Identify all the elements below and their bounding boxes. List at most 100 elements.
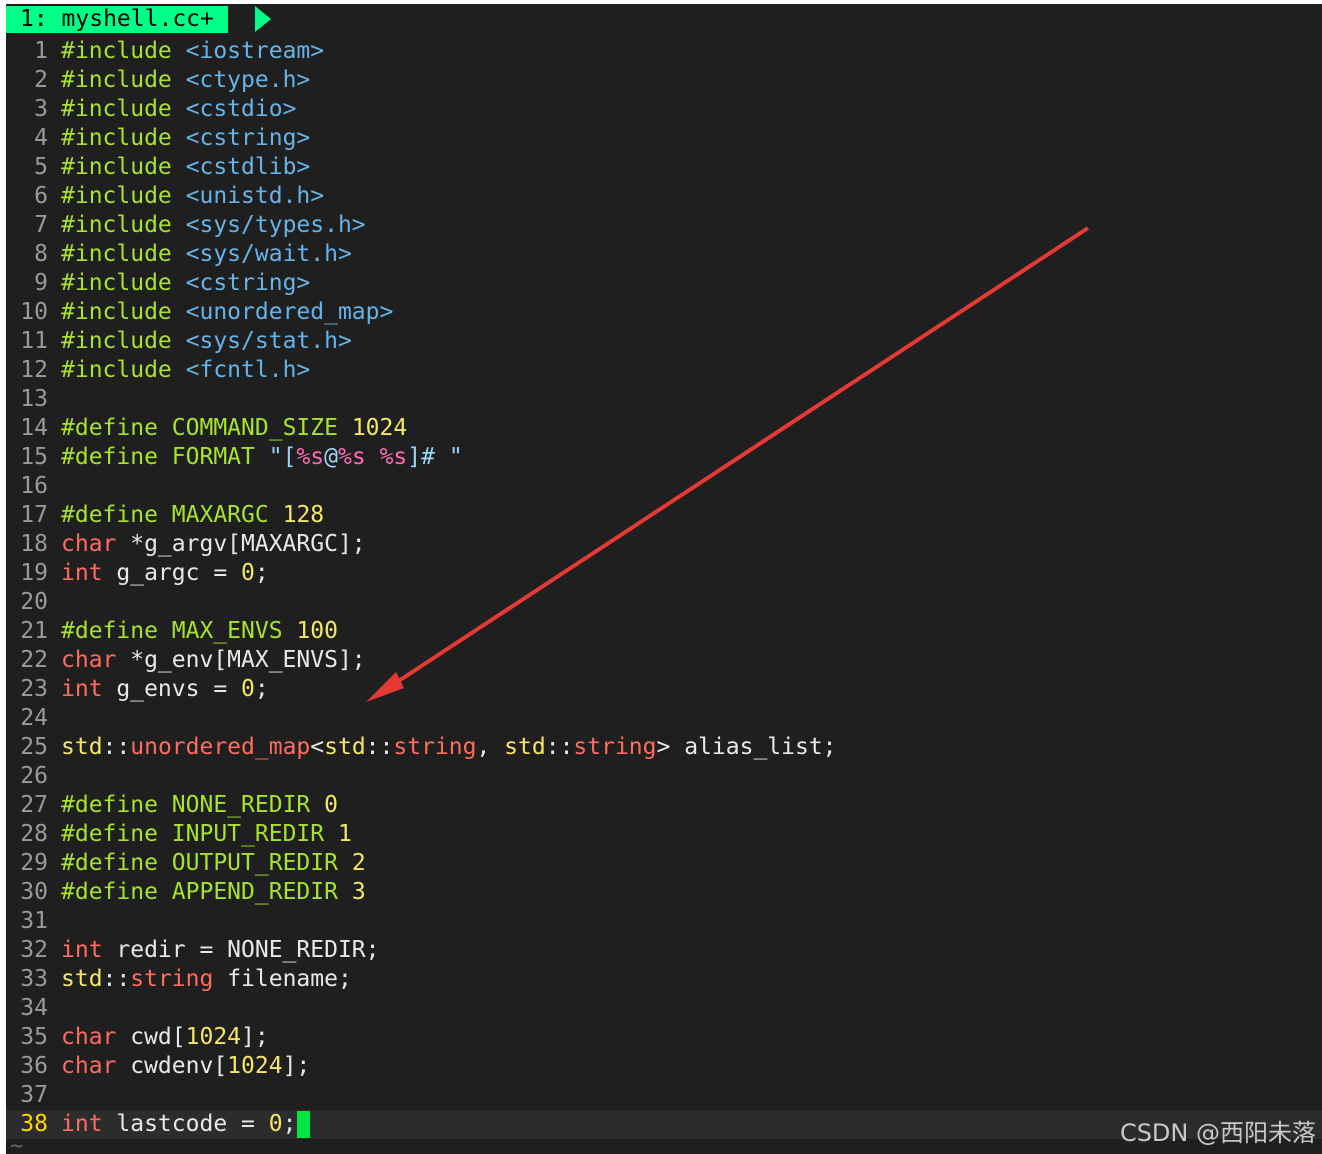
line-number: 15 xyxy=(20,444,48,470)
code-line[interactable]: 30 #define APPEND_REDIR 3 xyxy=(6,878,1322,907)
code-line[interactable]: 15 #define FORMAT "[%s@%s %s]# " xyxy=(6,443,1322,472)
code-token: <fcntl.h> xyxy=(185,357,311,383)
code-token: int xyxy=(61,1111,103,1137)
code-token: OUTPUT_REDIR xyxy=(171,850,338,876)
code-token: #include xyxy=(61,154,172,180)
code-line[interactable]: 17 #define MAXARGC 128 xyxy=(6,501,1322,530)
line-number: 7 xyxy=(34,212,48,238)
code-line[interactable]: 28 #define INPUT_REDIR 1 xyxy=(6,820,1322,849)
code-line[interactable]: 2 #include <ctype.h> xyxy=(6,66,1322,95)
code-token: %s xyxy=(379,444,408,470)
code-line[interactable]: 36 char cwdenv[1024]; xyxy=(6,1052,1322,1081)
code-line[interactable]: 37 xyxy=(6,1081,1322,1110)
code-line[interactable]: 10 #include <unordered_map> xyxy=(6,298,1322,327)
code-token: string xyxy=(573,734,657,760)
code-line[interactable]: 12 #include <fcntl.h> xyxy=(6,356,1322,385)
code-token: <sys/wait.h> xyxy=(185,241,352,267)
code-line[interactable]: 33 std::string filename; xyxy=(6,965,1322,994)
line-number: 31 xyxy=(20,908,48,934)
code-token: <sys/stat.h> xyxy=(185,328,352,354)
code-line[interactable]: 18 char *g_argv[MAXARGC]; xyxy=(6,530,1322,559)
code-line[interactable]: 6 #include <unistd.h> xyxy=(6,182,1322,211)
code-token: g_argc = xyxy=(102,560,242,586)
code-token: FORMAT xyxy=(171,444,255,470)
code-line[interactable]: 19 int g_argc = 0; xyxy=(6,559,1322,588)
line-number: 1 xyxy=(34,38,48,64)
code-token: #define xyxy=(61,618,158,644)
code-line[interactable]: 11 #include <sys/stat.h> xyxy=(6,327,1322,356)
code-token: #include xyxy=(61,125,172,151)
line-number: 36 xyxy=(20,1053,48,1079)
code-token: #include xyxy=(61,299,172,325)
line-number: 9 xyxy=(34,270,48,296)
code-token: #define xyxy=(61,792,158,818)
code-token: MAX_ENVS xyxy=(171,618,283,644)
code-line[interactable]: 5 #include <cstdlib> xyxy=(6,153,1322,182)
code-token: <cstdlib> xyxy=(185,154,311,180)
code-token: < xyxy=(310,734,325,760)
code-token: 1024 xyxy=(351,415,408,441)
code-line[interactable]: 25 std::unordered_map<std::string, std::s… xyxy=(6,733,1322,762)
code-token: 3 xyxy=(351,879,366,905)
code-editor[interactable]: 1 #include <iostream> 2 #include <ctype.h> 3… xyxy=(6,37,1322,1139)
code-line[interactable]: 35 char cwd[1024]; xyxy=(6,1023,1322,1052)
code-line[interactable]: 31 xyxy=(6,907,1322,936)
code-token: ; xyxy=(254,676,269,702)
code-line[interactable]: 29 #define OUTPUT_REDIR 2 xyxy=(6,849,1322,878)
code-token: MAXARGC xyxy=(171,502,269,528)
line-number: 21 xyxy=(20,618,48,644)
code-token: char xyxy=(61,531,117,557)
line-number: 33 xyxy=(20,966,48,992)
code-token: <ctype.h> xyxy=(185,67,311,93)
line-number: 12 xyxy=(20,357,48,383)
code-token: string xyxy=(130,966,214,992)
code-token: :: xyxy=(102,734,131,760)
code-token: std xyxy=(324,734,366,760)
code-token: #include xyxy=(61,212,172,238)
watermark: CSDN @西阳未落 xyxy=(1119,1119,1316,1147)
code-token: <sys/types.h> xyxy=(185,212,366,238)
terminal-window: 1: myshell.cc+ 1 #include <iostream> 2 #inc… xyxy=(6,4,1322,1154)
code-line[interactable]: 14 #define COMMAND_SIZE 1024 xyxy=(6,414,1322,443)
code-token: 128 xyxy=(282,502,325,528)
code-token: 0 xyxy=(268,1111,283,1137)
code-token: :: xyxy=(102,966,131,992)
code-line[interactable]: 1 #include <iostream> xyxy=(6,37,1322,66)
line-number: 18 xyxy=(20,531,48,557)
code-line[interactable]: 8 #include <sys/wait.h> xyxy=(6,240,1322,269)
code-line[interactable]: 4 #include <cstring> xyxy=(6,124,1322,153)
code-line[interactable]: 7 #include <sys/types.h> xyxy=(6,211,1322,240)
line-number: 24 xyxy=(20,705,48,731)
code-line[interactable]: 27 #define NONE_REDIR 0 xyxy=(6,791,1322,820)
code-line[interactable]: 22 char *g_env[MAX_ENVS]; xyxy=(6,646,1322,675)
code-line[interactable]: 32 int redir = NONE_REDIR; xyxy=(6,936,1322,965)
line-number: 8 xyxy=(34,241,48,267)
code-token: char xyxy=(61,1024,117,1050)
code-line[interactable]: 26 xyxy=(6,762,1322,791)
code-line[interactable]: 20 xyxy=(6,588,1322,617)
code-line[interactable]: 23 int g_envs = 0; xyxy=(6,675,1322,704)
code-line[interactable]: 9 #include <cstring> xyxy=(6,269,1322,298)
code-line[interactable]: 21 #define MAX_ENVS 100 xyxy=(6,617,1322,646)
code-line[interactable]: 16 xyxy=(6,472,1322,501)
code-line[interactable]: 24 xyxy=(6,704,1322,733)
tab-myshell[interactable]: 1: myshell.cc+ xyxy=(6,6,228,33)
code-token: #include xyxy=(61,241,172,267)
code-line[interactable]: 3 #include <cstdio> xyxy=(6,95,1322,124)
code-line[interactable]: 13 xyxy=(6,385,1322,414)
line-number: 17 xyxy=(20,502,48,528)
code-line[interactable]: 34 xyxy=(6,994,1322,1023)
code-token: #define xyxy=(61,821,158,847)
